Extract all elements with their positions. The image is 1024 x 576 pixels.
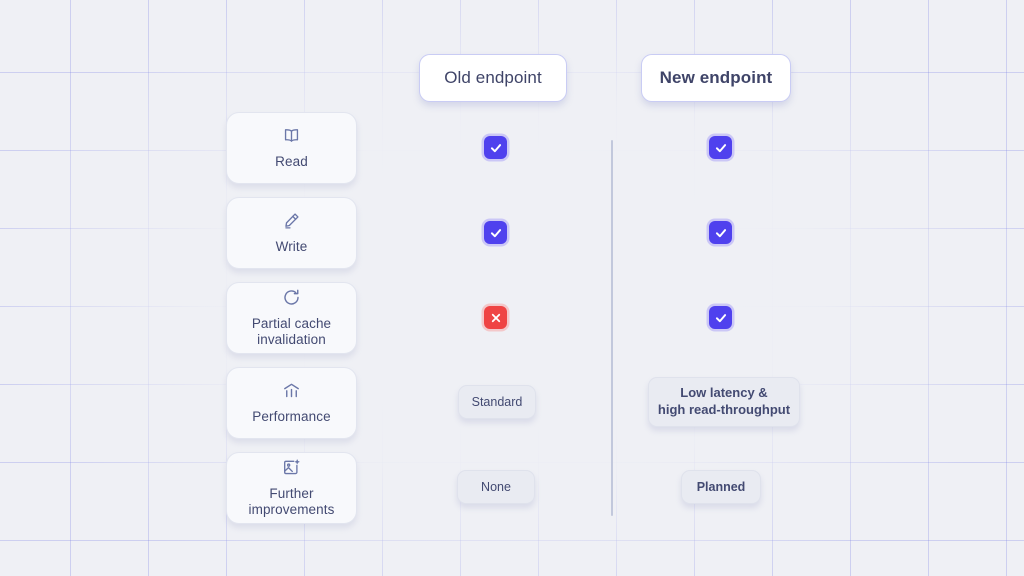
value-improvements-old[interactable]: None [457, 470, 535, 504]
column-header-old-endpoint-label: Old endpoint [444, 68, 542, 87]
check-icon [490, 228, 501, 237]
feature-card-further-improvements-label: Further improvements [248, 485, 335, 517]
value-performance-new[interactable]: Low latency & high read-throughput [648, 377, 800, 427]
value-improvements-old-label: None [481, 480, 511, 494]
value-improvements-new[interactable]: Planned [681, 470, 761, 504]
feature-card-partial-cache-invalidation[interactable]: Partial cache invalidation [226, 282, 357, 354]
comparison-canvas: Old endpoint New endpoint Read Write Par… [0, 0, 1024, 576]
status-cross-cache-old[interactable] [484, 306, 507, 329]
refresh-icon [282, 288, 301, 307]
column-divider [611, 140, 613, 516]
bar-chart-icon [282, 381, 301, 400]
status-check-read-old[interactable] [484, 136, 507, 159]
status-check-cache-new[interactable] [709, 306, 732, 329]
feature-card-partial-cache-invalidation-label: Partial cache invalidation [251, 315, 332, 347]
close-icon [491, 313, 500, 322]
status-check-write-old[interactable] [484, 221, 507, 244]
feature-card-read-label: Read [275, 153, 308, 169]
pencil-icon [282, 211, 301, 230]
check-icon [715, 228, 726, 237]
feature-card-performance-label: Performance [252, 408, 331, 424]
check-icon [490, 143, 501, 152]
value-performance-old[interactable]: Standard [458, 385, 536, 419]
column-header-new-endpoint[interactable]: New endpoint [641, 54, 791, 102]
column-header-old-endpoint[interactable]: Old endpoint [419, 54, 567, 102]
book-icon [282, 126, 301, 145]
feature-card-write-label: Write [275, 238, 308, 254]
feature-card-read[interactable]: Read [226, 112, 357, 184]
feature-card-further-improvements[interactable]: Further improvements [226, 452, 357, 524]
check-icon [715, 313, 726, 322]
value-performance-new-label: Low latency & high read-throughput [657, 385, 791, 417]
feature-card-write[interactable]: Write [226, 197, 357, 269]
column-header-new-endpoint-label: New endpoint [659, 68, 773, 87]
status-check-read-new[interactable] [709, 136, 732, 159]
image-sparkle-icon [282, 458, 301, 477]
status-check-write-new[interactable] [709, 221, 732, 244]
feature-card-performance[interactable]: Performance [226, 367, 357, 439]
check-icon [715, 143, 726, 152]
value-performance-old-label: Standard [471, 395, 523, 409]
value-improvements-new-label: Planned [696, 480, 746, 494]
